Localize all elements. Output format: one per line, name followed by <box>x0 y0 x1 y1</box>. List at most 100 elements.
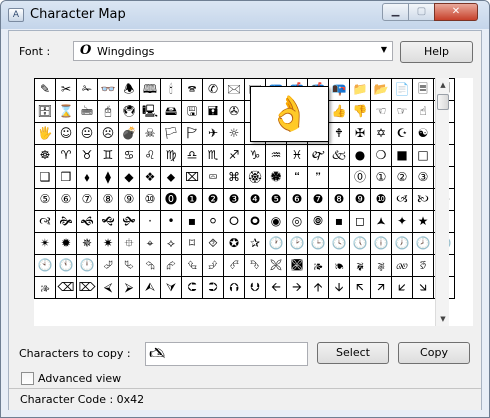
character-cell[interactable]: ⮵ <box>203 255 224 277</box>
character-cell[interactable]: ♒ <box>266 145 287 167</box>
character-cell[interactable]: ⓿ <box>161 189 182 211</box>
character-cell[interactable]: 📂 <box>371 79 392 101</box>
character-cell[interactable]: 🕈 <box>329 123 350 145</box>
character-cell[interactable]: 🖮 <box>77 101 98 123</box>
character-cell[interactable]: ⮷ <box>245 255 266 277</box>
character-cell[interactable]: ☜ <box>371 101 392 123</box>
character-cell[interactable]: 🏱 <box>182 123 203 145</box>
character-cell[interactable]: ⮙ <box>140 277 161 299</box>
character-cell[interactable]: 🙵 <box>329 145 350 167</box>
character-cell[interactable]: ⌧ <box>182 167 203 189</box>
character-cell[interactable]: ⑦ <box>77 189 98 211</box>
character-cell[interactable]: 👓 <box>98 79 119 101</box>
character-cell[interactable]: 👍 <box>329 101 350 123</box>
character-cell[interactable]: ✆ <box>203 79 224 101</box>
character-cell[interactable]: ⯐ <box>119 233 140 255</box>
character-cell[interactable]: ♍ <box>161 145 182 167</box>
character-cell[interactable]: 🕛 <box>77 255 98 277</box>
character-cell[interactable]: 🞆 <box>224 211 245 233</box>
character-cell[interactable]: 🕿 <box>182 79 203 101</box>
character-cell[interactable]: ⌑ <box>182 233 203 255</box>
character-cell[interactable]: ✎ <box>35 79 56 101</box>
character-cell[interactable]: 🙜 <box>77 211 98 233</box>
character-cell[interactable]: 🕑 <box>287 233 308 255</box>
character-cell[interactable]: ⑧ <box>98 189 119 211</box>
character-cell[interactable]: ☹ <box>98 123 119 145</box>
character-cell[interactable]: ☪ <box>392 123 413 145</box>
character-cell[interactable]: ⮴ <box>182 255 203 277</box>
character-cell[interactable]: ◆ <box>119 167 140 189</box>
character-cell[interactable]: ⌛ <box>56 101 77 123</box>
character-cell[interactable]: 🙣 <box>35 211 56 233</box>
character-cell[interactable]: 🡩 <box>308 277 329 299</box>
advanced-view-checkbox[interactable] <box>21 372 34 385</box>
character-cell[interactable]: 🙢 <box>392 189 413 211</box>
character-cell[interactable]: · <box>140 211 161 233</box>
character-cell[interactable]: 🙖 <box>371 255 392 277</box>
character-cell[interactable]: ⧫ <box>98 167 119 189</box>
character-cell[interactable]: 🙕 <box>308 255 329 277</box>
character-cell[interactable]: ⬥ <box>161 167 182 189</box>
character-cell[interactable]: ⮱ <box>119 255 140 277</box>
character-cell[interactable]: 🕔 <box>350 233 371 255</box>
character-cell[interactable]: 📭 <box>329 79 350 101</box>
character-cell[interactable]: ⮳ <box>161 255 182 277</box>
character-cell[interactable]: ☼ <box>224 123 245 145</box>
character-cell[interactable]: ⮚ <box>119 277 140 299</box>
font-dropdown[interactable]: O Wingdings ▼ <box>73 41 393 61</box>
character-cell[interactable]: ☠ <box>140 123 161 145</box>
character-cell[interactable]: ◻ <box>350 211 371 233</box>
character-cell[interactable]: 🖳 <box>140 101 161 123</box>
character-cell[interactable]: ✂ <box>56 79 77 101</box>
character-cell[interactable]: ⬧ <box>77 167 98 189</box>
character-cell[interactable]: ⮋ <box>245 277 266 299</box>
character-cell[interactable]: ✴ <box>35 233 56 255</box>
character-cell[interactable]: 🡪 <box>287 277 308 299</box>
character-cell[interactable]: ♏ <box>203 145 224 167</box>
character-cell[interactable]: □ <box>413 145 434 167</box>
character-cell[interactable]: 🕓 <box>329 233 350 255</box>
grid-scrollbar[interactable]: ▲ ▼ <box>435 78 449 326</box>
character-cell[interactable]: ⓪ <box>350 167 371 189</box>
character-cell[interactable]: ❽ <box>329 189 350 211</box>
maximize-button[interactable]: ▢ <box>408 3 435 21</box>
character-cell[interactable]: 🏳 <box>161 123 182 145</box>
character-cell[interactable]: ❍ <box>371 145 392 167</box>
character-cell[interactable]: ❖ <box>140 167 161 189</box>
select-button[interactable]: Select <box>317 342 389 364</box>
character-cell[interactable]: ⌖ <box>140 233 161 255</box>
character-cell[interactable]: ⑤ <box>35 189 56 211</box>
character-cell[interactable]: 🕒 <box>308 233 329 255</box>
character-cell[interactable]: ♉ <box>77 145 98 167</box>
scrollbar-thumb[interactable] <box>437 94 449 110</box>
character-cell[interactable]: ✪ <box>224 233 245 255</box>
character-cell[interactable]: ❶ <box>182 189 203 211</box>
character-cell[interactable]: 🕙 <box>35 255 56 277</box>
character-cell[interactable]: ☝ <box>413 101 434 123</box>
character-cell[interactable]: ✈ <box>203 123 224 145</box>
minimize-button[interactable]: ▁ <box>382 3 409 21</box>
character-cell[interactable]: ⌦ <box>77 277 98 299</box>
character-cell[interactable]: ▪ <box>329 211 350 233</box>
character-cell[interactable]: 🙠 <box>413 189 434 211</box>
character-cell[interactable]: 🡬 <box>350 277 371 299</box>
character-cell[interactable]: ☞ <box>392 101 413 123</box>
character-cell[interactable]: 🡯 <box>392 277 413 299</box>
scroll-down-arrow-icon[interactable]: ▼ <box>436 312 450 326</box>
character-cell[interactable]: 🙶 <box>287 167 308 189</box>
character-cell[interactable]: ♓ <box>287 145 308 167</box>
character-cell[interactable]: 🖬 <box>203 101 224 123</box>
character-grid[interactable]: ✎✂✁👓🕭🕮🕯🕿✆🖂🖃📪📫📬📭📁📂📄🗏🗐🗄⌛🖮🖰🖲🖳🖴🖫🖬✇✍🖎✌👌👍👎☜☞☝☟… <box>34 78 455 299</box>
character-cell[interactable]: 🡨 <box>266 277 287 299</box>
character-cell[interactable]: ● <box>350 145 371 167</box>
character-cell[interactable]: ① <box>371 167 392 189</box>
character-cell[interactable]: ✷ <box>98 233 119 255</box>
character-cell[interactable]: 🕗 <box>413 233 434 255</box>
character-cell[interactable]: 🡮 <box>413 277 434 299</box>
character-cell[interactable]: ♌ <box>140 145 161 167</box>
character-cell[interactable]: 🙓 <box>35 277 56 299</box>
character-cell[interactable]: ❹ <box>245 189 266 211</box>
characters-to-copy-field[interactable]: 🖎 <box>145 342 308 366</box>
character-cell[interactable]: ✹ <box>56 233 77 255</box>
character-cell[interactable]: ⮹ <box>203 167 224 189</box>
